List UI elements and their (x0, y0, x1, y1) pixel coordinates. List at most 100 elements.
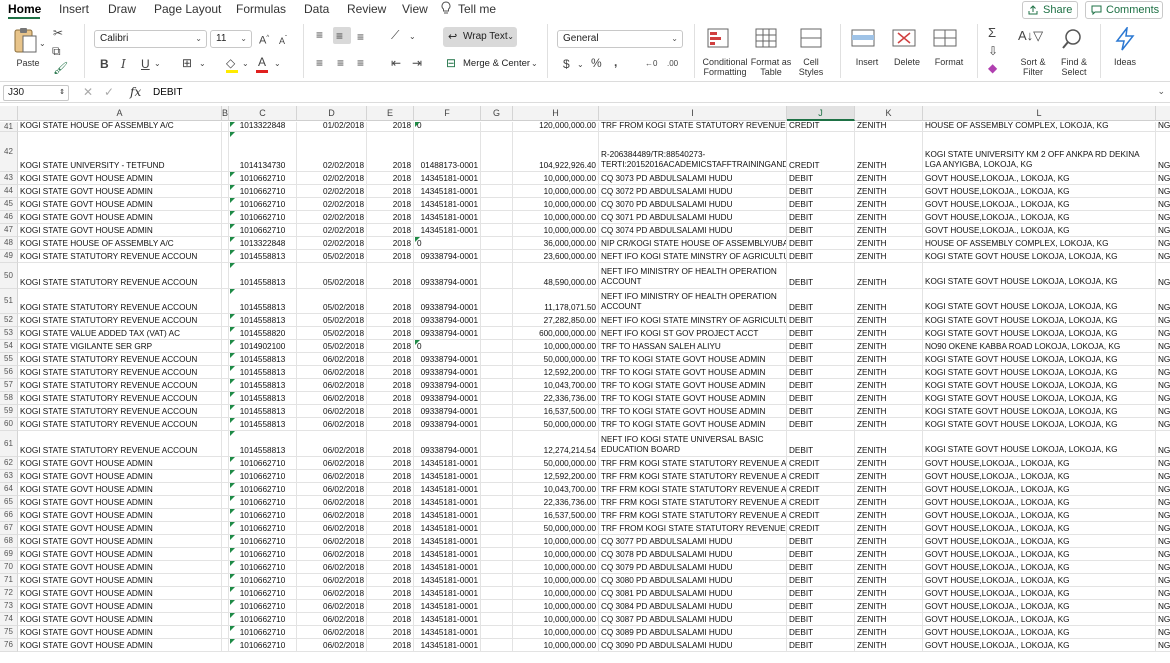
format-cells-icon[interactable] (933, 29, 959, 49)
cell-empty[interactable] (481, 522, 513, 535)
cell-k[interactable]: ZENITH (855, 379, 923, 392)
cell-a[interactable]: KOGI STATE HOUSE OF ASSEMBLY A/C (18, 237, 222, 250)
cell-empty[interactable] (481, 613, 513, 626)
wrap-text-button[interactable]: ↩ Wrap Text ⌄ (443, 27, 517, 47)
borders-dropdown-icon[interactable]: ⌄ (199, 57, 206, 71)
cell-a[interactable]: KOGI STATE STATUTORY REVENUE ACCOUN (18, 379, 222, 392)
cell-a[interactable]: KOGI STATE GOVT HOUSE ADMIN (18, 600, 222, 613)
cell-k[interactable]: ZENITH (855, 600, 923, 613)
cell-e[interactable]: 2018 (367, 587, 414, 600)
cell-c[interactable]: 1010662710 (229, 211, 297, 224)
cell-c[interactable]: 1010662710 (229, 185, 297, 198)
row-header[interactable]: 52 (0, 314, 18, 327)
column-header-d[interactable]: D (297, 106, 367, 121)
row-header[interactable]: 60 (0, 418, 18, 431)
cell-empty[interactable] (222, 431, 229, 457)
cell-f[interactable]: 14345181-0001 (414, 185, 481, 198)
cell-empty[interactable] (222, 405, 229, 418)
cell-c[interactable]: 1014558813 (229, 392, 297, 405)
cell-d[interactable]: 01/02/2018 (297, 122, 367, 132)
row-header[interactable]: 51 (0, 289, 18, 314)
cell-f[interactable]: 09338794-0001 (414, 431, 481, 457)
decrease-decimal-icon[interactable]: .00 (667, 57, 678, 71)
cell-j[interactable]: CREDIT (787, 122, 855, 132)
cell-d[interactable]: 06/02/2018 (297, 509, 367, 522)
cell-h[interactable]: 10,000,000.00 (513, 185, 599, 198)
cell-d[interactable]: 06/02/2018 (297, 470, 367, 483)
cell-i[interactable]: CQ 3077 PD ABDULSALAMI HUDU (599, 535, 787, 548)
cell-empty[interactable] (481, 405, 513, 418)
cell-empty[interactable] (481, 587, 513, 600)
cell-a[interactable]: KOGI STATE GOVT HOUSE ADMIN (18, 457, 222, 470)
cell-k[interactable]: ZENITH (855, 496, 923, 509)
cell-d[interactable]: 06/02/2018 (297, 574, 367, 587)
cell-j[interactable]: CREDIT (787, 496, 855, 509)
cell-m[interactable]: NG (1156, 548, 1170, 561)
cell-f[interactable]: 14345181-0001 (414, 522, 481, 535)
cell-empty[interactable] (222, 626, 229, 639)
cell-e[interactable]: 2018 (367, 379, 414, 392)
find-select-icon[interactable] (1061, 28, 1083, 50)
cell-a[interactable]: KOGI STATE GOVT HOUSE ADMIN (18, 172, 222, 185)
cell-j[interactable]: DEBIT (787, 379, 855, 392)
cell-f[interactable]: 09338794-0001 (414, 327, 481, 340)
cell-i[interactable]: CQ 3081 PD ABDULSALAMI HUDU (599, 587, 787, 600)
cell-d[interactable]: 06/02/2018 (297, 405, 367, 418)
cell-h[interactable]: 48,590,000.00 (513, 263, 599, 289)
cell-k[interactable]: ZENITH (855, 289, 923, 314)
expand-formula-bar-icon[interactable]: ⌄ (1157, 86, 1165, 97)
cell-d[interactable]: 06/02/2018 (297, 496, 367, 509)
cell-empty[interactable] (222, 548, 229, 561)
cell-a[interactable]: KOGI STATE STATUTORY REVENUE ACCOUN (18, 353, 222, 366)
underline-dropdown-icon[interactable]: ⌄ (154, 57, 161, 71)
orientation-icon[interactable]: ⟋ (391, 28, 399, 42)
cell-c[interactable]: 1010662710 (229, 613, 297, 626)
cell-f[interactable]: 0 (414, 237, 481, 250)
cell-j[interactable]: DEBIT (787, 185, 855, 198)
cancel-entry-icon[interactable]: ✕ (83, 85, 93, 99)
cell-f[interactable]: 09338794-0001 (414, 418, 481, 431)
cell-a[interactable]: KOGI STATE GOVT HOUSE ADMIN (18, 211, 222, 224)
cut-icon[interactable]: ✂ (53, 26, 63, 40)
cell-h[interactable]: 36,000,000.00 (513, 237, 599, 250)
font-color-icon[interactable]: A (258, 55, 266, 69)
cell-d[interactable]: 05/02/2018 (297, 314, 367, 327)
cell-i[interactable]: CQ 3074 PD ABDULSALAMI HUDU (599, 224, 787, 237)
cell-i[interactable]: NEFT IFO MINISTRY OF HEALTH OPERATION AC… (599, 263, 787, 289)
cell-c[interactable]: 1010662710 (229, 198, 297, 211)
cell-d[interactable]: 06/02/2018 (297, 535, 367, 548)
cell-k[interactable]: ZENITH (855, 639, 923, 652)
cell-i[interactable]: CQ 3079 PD ABDULSALAMI HUDU (599, 561, 787, 574)
cell-l[interactable]: KOGI STATE GOVT HOUSE LOKOJA, LOKOJA, KG (923, 379, 1156, 392)
cell-h[interactable]: 12,592,200.00 (513, 470, 599, 483)
cell-l[interactable]: KOGI STATE GOVT HOUSE LOKOJA, LOKOJA, KG (923, 392, 1156, 405)
cell-c[interactable]: 1014558813 (229, 314, 297, 327)
cell-h[interactable]: 12,274,214.54 (513, 431, 599, 457)
cell-l[interactable]: KOGI STATE GOVT HOUSE LOKOJA, LOKOJA, KG (923, 263, 1156, 289)
comments-button[interactable]: Comments (1085, 1, 1163, 19)
cell-empty[interactable] (222, 392, 229, 405)
cell-f[interactable]: 14345181-0001 (414, 535, 481, 548)
cell-f[interactable]: 09338794-0001 (414, 379, 481, 392)
cell-d[interactable]: 06/02/2018 (297, 587, 367, 600)
cell-h[interactable]: 600,000,000.00 (513, 327, 599, 340)
cell-d[interactable]: 02/02/2018 (297, 172, 367, 185)
cell-m[interactable]: NG (1156, 237, 1170, 250)
cell-e[interactable]: 2018 (367, 340, 414, 353)
cell-a[interactable]: KOGI STATE GOVT HOUSE ADMIN (18, 185, 222, 198)
font-name-dropdown[interactable]: Calibri ⌄ (94, 30, 207, 48)
cell-m[interactable]: NG (1156, 198, 1170, 211)
cell-empty[interactable] (222, 574, 229, 587)
cell-i[interactable]: CQ 3090 PD ABDULSALAMI HUDU (599, 639, 787, 652)
cell-j[interactable]: DEBIT (787, 405, 855, 418)
cell-empty[interactable] (222, 522, 229, 535)
cell-i[interactable]: CQ 3087 PD ABDULSALAMI HUDU (599, 613, 787, 626)
cell-k[interactable]: ZENITH (855, 587, 923, 600)
spreadsheet-grid[interactable]: A B C D E F G H I J K L 41 KOGI STATE HOUSE OF ASSEMB… (0, 106, 1170, 663)
insert-function-icon[interactable]: fx (130, 85, 141, 99)
cell-e[interactable]: 2018 (367, 613, 414, 626)
cell-empty[interactable] (222, 237, 229, 250)
row-header[interactable]: 42 (0, 132, 18, 172)
cell-c[interactable]: 1014558813 (229, 366, 297, 379)
cell-d[interactable]: 06/02/2018 (297, 457, 367, 470)
